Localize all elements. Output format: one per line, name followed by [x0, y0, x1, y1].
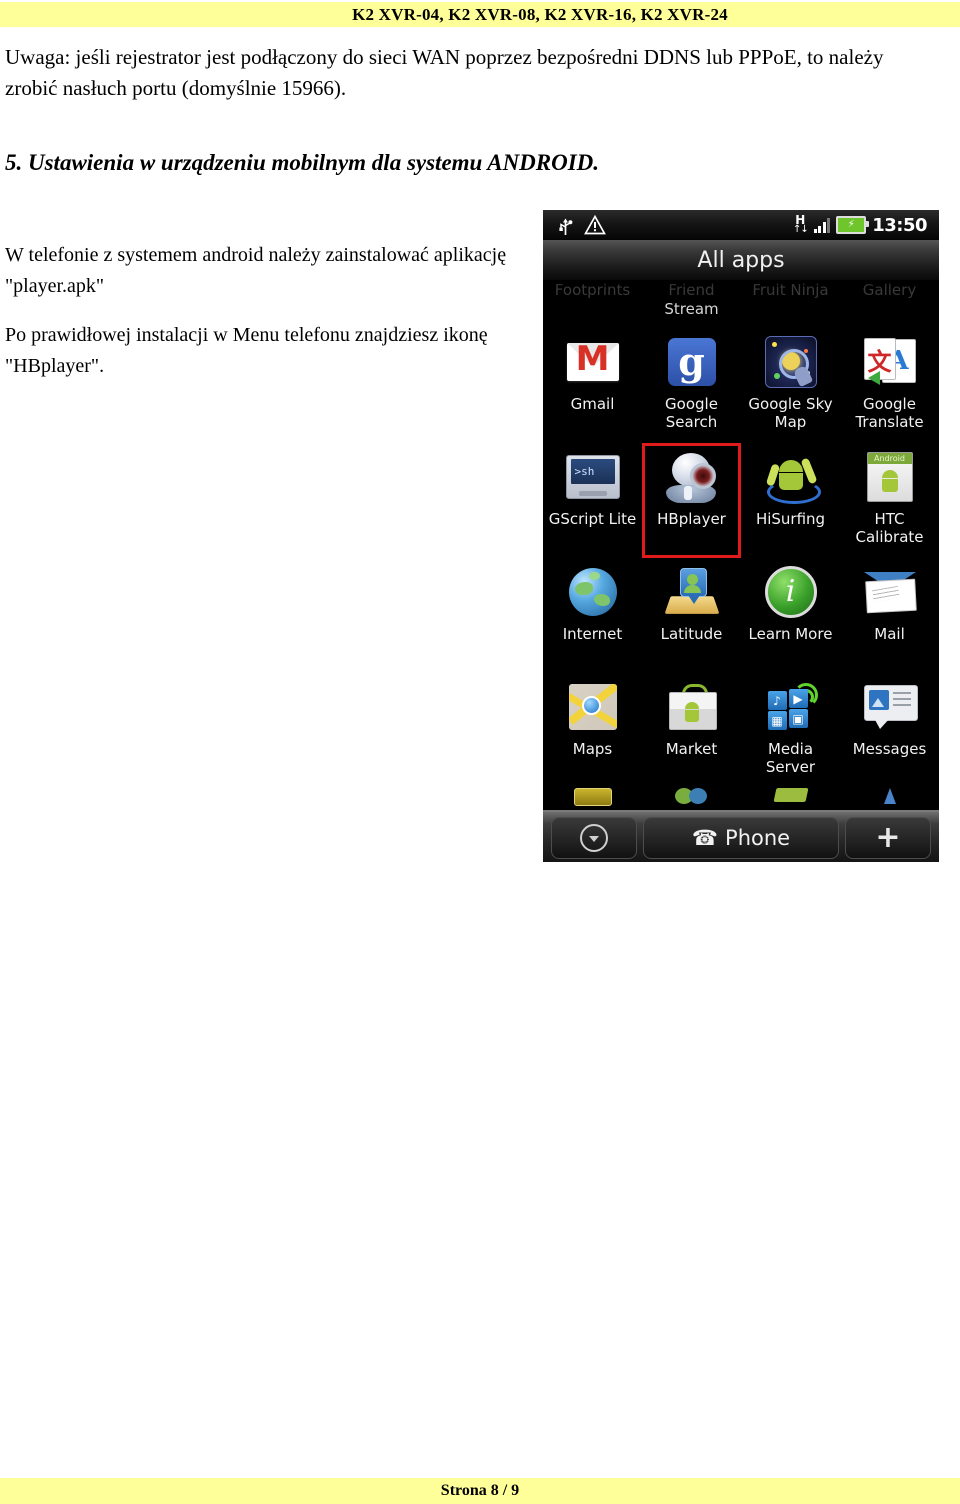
- app-label: Maps: [572, 740, 613, 758]
- app-icon-google-translate[interactable]: A 文 Google Translate: [840, 328, 939, 443]
- app-row: M Gmail g Google Search Google Sky Map A…: [543, 328, 939, 443]
- app-label: Messages: [852, 740, 927, 758]
- app-icon-learn-more[interactable]: i Learn More: [741, 558, 840, 673]
- app-row: Maps Market ♪ ▶ ▦ ▣ Media Server Message…: [543, 673, 939, 788]
- dock-add-button[interactable]: +: [845, 817, 931, 859]
- app-label: Google Sky Map: [748, 395, 833, 431]
- partial-icon-cell: [642, 788, 741, 810]
- mail-icon: [862, 564, 918, 620]
- battery-charging-icon: ⚡: [836, 216, 870, 234]
- instruction-paragraph-1: W telefonie z systemem android należy za…: [5, 244, 507, 297]
- app-icon-media-server[interactable]: ♪ ▶ ▦ ▣ Media Server: [741, 673, 840, 788]
- app-row: Internet Latitude i Learn More Mail: [543, 558, 939, 673]
- signal-bars-icon: [813, 217, 831, 233]
- app-icon-internet[interactable]: Internet: [543, 558, 642, 673]
- maps-icon: [565, 679, 621, 735]
- messages-icon: [862, 679, 918, 735]
- app-label: Market: [665, 740, 718, 758]
- app-icon-gmail[interactable]: M Gmail: [543, 328, 642, 443]
- hbplayer-icon: [664, 449, 720, 505]
- app-icon-hbplayer[interactable]: HBplayer: [642, 443, 741, 558]
- partial-icon-cell: [543, 788, 642, 810]
- media-server-icon: ♪ ▶ ▦ ▣: [763, 679, 819, 735]
- app-row: >sh GScript Lite HBplayer HiSurfing Andr…: [543, 443, 939, 558]
- faded-app-label-2: Stream: [664, 300, 719, 318]
- dock-phone-label: Phone: [725, 826, 791, 850]
- dock-collapse-button[interactable]: [551, 817, 637, 859]
- faded-app-cell: Fruit Ninja: [741, 280, 840, 324]
- app-icon-latitude[interactable]: Latitude: [642, 558, 741, 673]
- google-search-icon: g: [664, 334, 720, 390]
- app-label: Latitude: [660, 625, 723, 643]
- app-grid: M Gmail g Google Search Google Sky Map A…: [543, 324, 939, 788]
- app-label: HTC Calibrate: [855, 510, 924, 546]
- app-label: Mail: [874, 625, 905, 643]
- market-icon: [664, 679, 720, 735]
- instruction-paragraph-2: Po prawidłowej instalacji w Menu telefon…: [5, 324, 488, 377]
- usb-icon: [559, 218, 573, 235]
- phone-handset-icon: ☎: [691, 825, 719, 850]
- phone-dock: ☎ Phone +: [543, 810, 939, 862]
- app-icon-market[interactable]: Market: [642, 673, 741, 788]
- page-footer-band: Strona 8 / 9: [0, 1478, 960, 1504]
- network-arrows-label: ↑↓: [792, 224, 809, 235]
- app-label: HiSurfing: [755, 510, 826, 528]
- google-translate-icon: A 文: [862, 334, 918, 390]
- learn-more-icon: i: [763, 564, 819, 620]
- app-icon-hisurfing[interactable]: HiSurfing: [741, 443, 840, 558]
- app-icon-gscript-lite[interactable]: >sh GScript Lite: [543, 443, 642, 558]
- app-label: Media Server: [765, 740, 816, 776]
- faded-app-label: Fruit Ninja: [752, 281, 829, 299]
- faded-app-label: Gallery: [862, 281, 917, 299]
- gscript-lite-icon: >sh: [565, 449, 621, 505]
- section-heading: 5. Ustawienia w urządzeniu mobilnym dla …: [5, 150, 600, 175]
- app-label: Google Translate: [855, 395, 924, 431]
- faded-app-cell: Gallery: [840, 280, 939, 324]
- network-type-icon: H ↑↓: [792, 214, 809, 235]
- faded-app-label: Friend: [668, 281, 715, 299]
- page-header-title: K2 XVR-04, K2 XVR-08, K2 XVR-16, K2 XVR-…: [352, 4, 728, 24]
- faded-app-label: Footprints: [554, 281, 631, 299]
- phone-status-bar: H ↑↓ ⚡ 13:50: [543, 210, 939, 240]
- app-icon-google-search[interactable]: g Google Search: [642, 328, 741, 443]
- app-icon-htc-calibrate[interactable]: Android HTC Calibrate: [840, 443, 939, 558]
- page-header-band: K2 XVR-04, K2 XVR-08, K2 XVR-16, K2 XVR-…: [0, 2, 960, 27]
- faded-app-cell: Footprints: [543, 280, 642, 324]
- google-sky-map-icon: [763, 334, 819, 390]
- htc-calibrate-icon: Android: [862, 449, 918, 505]
- page-number-label: Strona 8 / 9: [440, 1482, 520, 1499]
- all-apps-title-bar: All apps: [543, 240, 939, 280]
- partial-icon-cell: [840, 788, 939, 810]
- app-label: HBplayer: [657, 510, 726, 528]
- android-phone-screenshot: H ↑↓ ⚡ 13:50 All apps Footprints Friend …: [543, 210, 939, 862]
- latitude-icon: [664, 564, 720, 620]
- app-icon-maps[interactable]: Maps: [543, 673, 642, 788]
- gmail-icon: M: [565, 334, 621, 390]
- status-bar-clock: 13:50: [872, 214, 927, 236]
- app-label: Gmail: [570, 395, 615, 413]
- partial-next-app-row: [543, 788, 939, 810]
- hisurfing-icon: [763, 449, 821, 505]
- faded-app-row: Footprints Friend Stream Fruit Ninja Gal…: [543, 280, 939, 324]
- circle-chevron-down-icon: [580, 824, 608, 852]
- app-label: Internet: [562, 625, 623, 643]
- note-paragraph: Uwaga: jeśli rejestrator jest podłączony…: [5, 45, 884, 100]
- warning-triangle-icon: [584, 215, 606, 235]
- faded-app-cell: Friend Stream: [642, 280, 741, 324]
- app-icon-google-sky-map[interactable]: Google Sky Map: [741, 328, 840, 443]
- plus-icon: +: [875, 820, 901, 855]
- app-label: GScript Lite: [548, 510, 637, 528]
- dock-phone-button[interactable]: ☎ Phone: [643, 817, 839, 859]
- app-label: Google Search: [665, 395, 718, 431]
- partial-icon-cell: [741, 788, 840, 810]
- app-icon-messages[interactable]: Messages: [840, 673, 939, 788]
- app-label: Learn More: [748, 625, 833, 643]
- app-icon-mail[interactable]: Mail: [840, 558, 939, 673]
- internet-icon: [565, 564, 621, 620]
- all-apps-title: All apps: [697, 247, 785, 273]
